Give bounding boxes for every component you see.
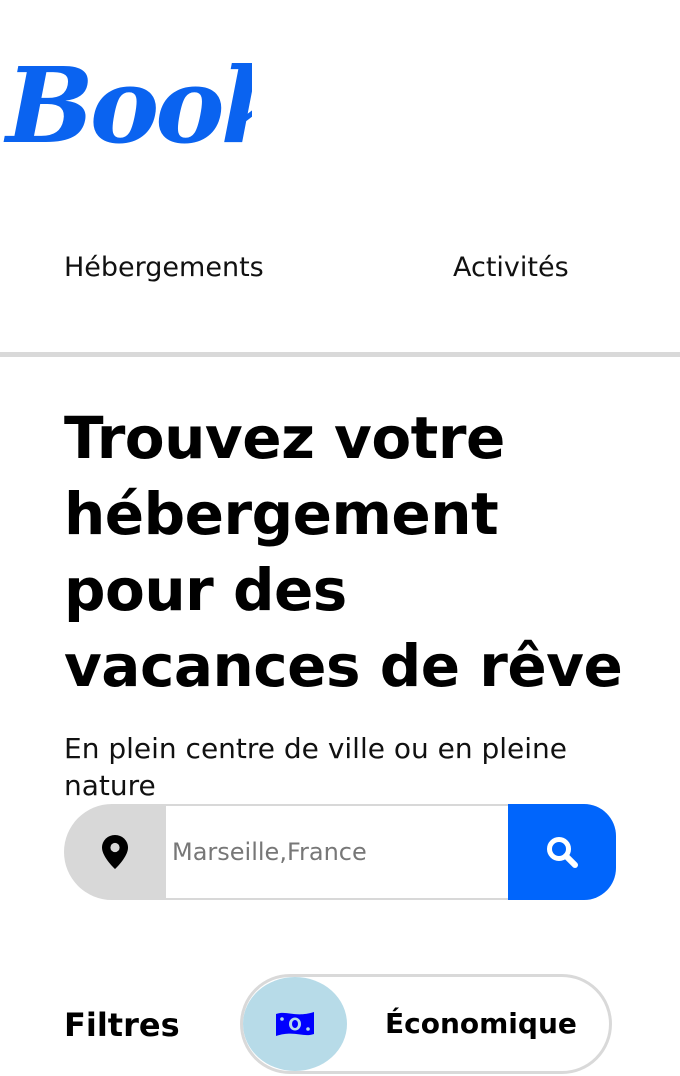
nav-link-hebergements[interactable]: Hébergements (64, 252, 264, 283)
filters-label: Filtres (64, 1006, 180, 1044)
money-bill-icon (276, 1012, 314, 1036)
title-line: hébergement (64, 480, 499, 548)
page: Booki Hébergements Activités Trouvez vot… (0, 0, 680, 1076)
nav-divider (0, 352, 680, 357)
search-input[interactable] (166, 804, 508, 900)
booki-logo[interactable]: Booki (2, 20, 252, 160)
filter-icon-circle (243, 977, 347, 1071)
page-title: Trouvez votre hébergement pour des vacan… (64, 400, 664, 704)
filter-label: Économique (385, 1007, 577, 1040)
search-icon (547, 837, 578, 868)
search-button[interactable] (508, 804, 616, 900)
nav-link-activites[interactable]: Activités (453, 252, 569, 283)
logo-text: Booki (3, 44, 252, 160)
map-pin-icon (102, 835, 128, 869)
title-line: pour des (64, 556, 347, 624)
title-line: vacances de rêve (64, 632, 623, 700)
hero-subtitle: En plein centre de ville ou en pleine na… (64, 732, 568, 802)
location-pin-box (64, 804, 166, 900)
title-line: Trouvez votre (64, 404, 505, 472)
search-bar (64, 804, 616, 900)
filter-economique[interactable]: Économique (240, 974, 612, 1074)
